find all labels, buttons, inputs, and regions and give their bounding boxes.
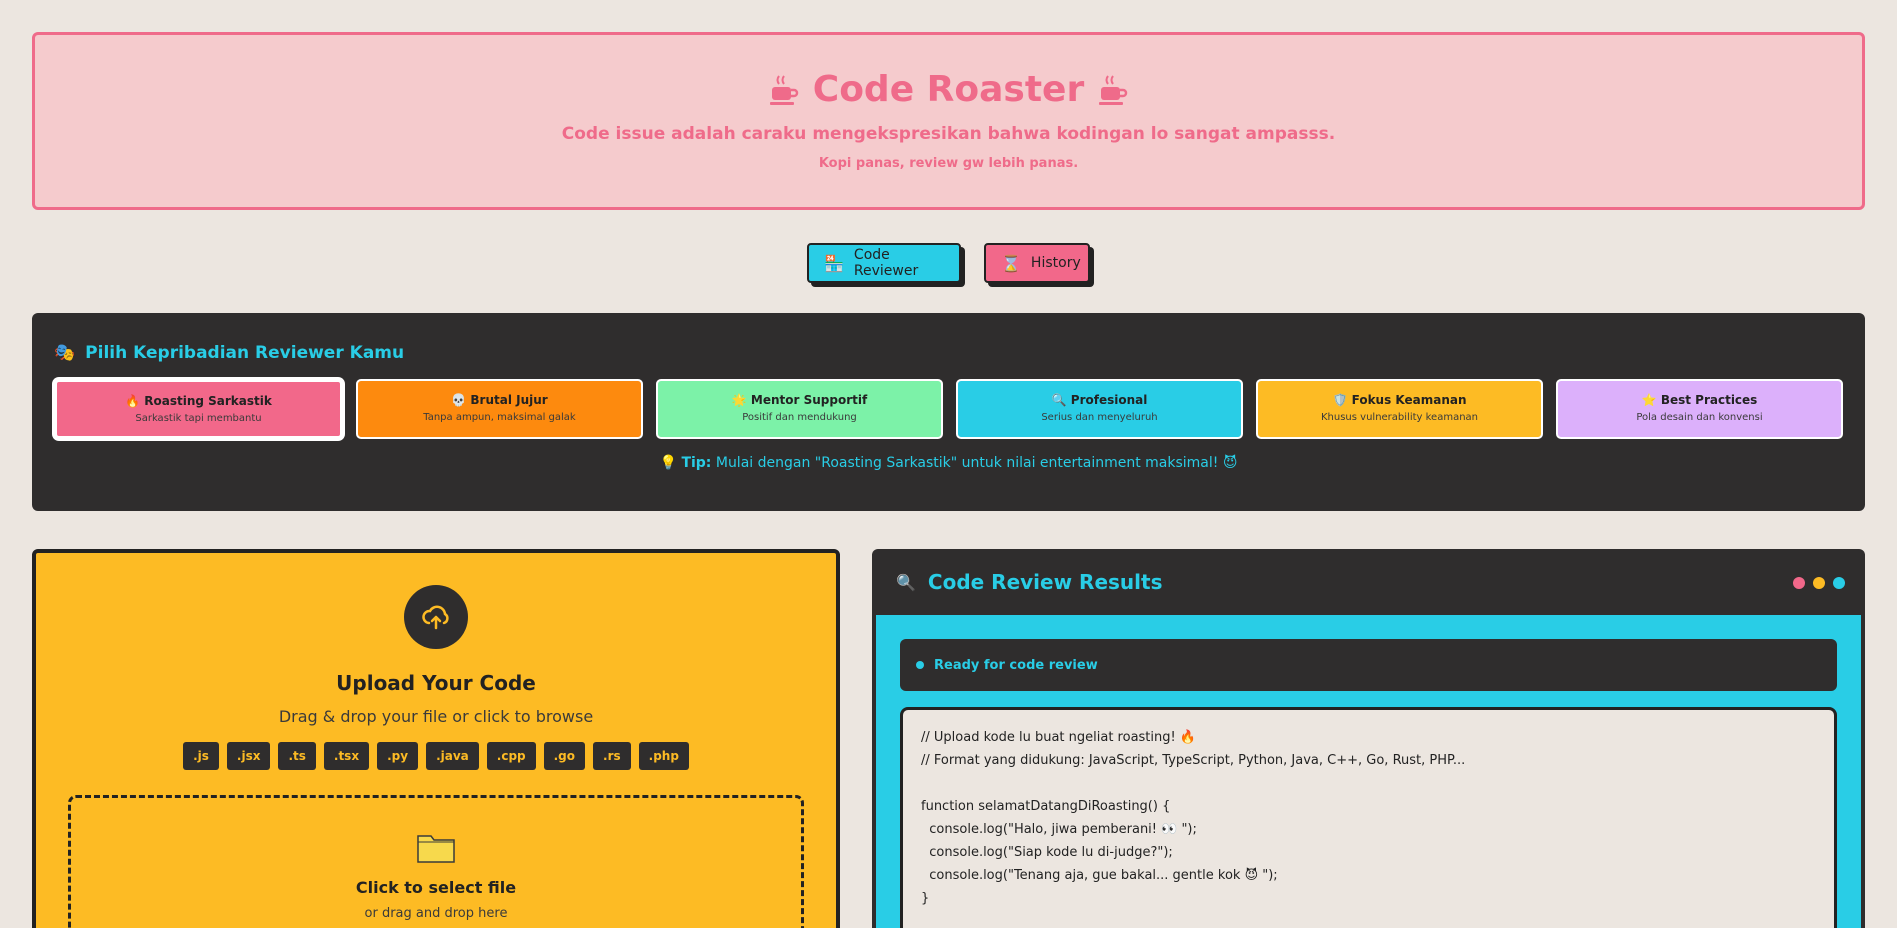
magnifier-icon: 🔍 (896, 572, 916, 592)
page: Code Roaster Code issue adalah caraku me… (32, 32, 1865, 928)
code-line: } (921, 891, 930, 906)
extension-list: .js .jsx .ts .tsx .py .java .cpp .go .rs… (36, 742, 836, 770)
personality-card-profesional[interactable]: 🔍 Profesional Serius dan menyeluruh (956, 379, 1243, 439)
results-panel: 🔍 Code Review Results Ready for code rev… (872, 549, 1865, 928)
star-icon: ⭐ (1641, 393, 1657, 407)
yellow-dot-icon (1813, 577, 1825, 589)
upload-panel: Upload Your Code Drag & drop your file o… (32, 549, 840, 928)
card-title: Roasting Sarkastik (144, 394, 272, 408)
lightbulb-icon: 💡 (659, 455, 677, 471)
upload-title: Upload Your Code (336, 671, 536, 695)
status-dot-icon (916, 661, 924, 669)
code-reviewer-label: Code Reviewer (853, 247, 919, 279)
window-dots (1793, 577, 1845, 589)
card-title: Best Practices (1660, 393, 1758, 407)
personality-cards: 🔥 Roasting Sarkastik Sarkastik tapi memb… (54, 379, 1843, 439)
extension-badge: .jsx (226, 742, 271, 770)
extension-badge: .py (377, 742, 419, 770)
skull-icon: 💀 (451, 393, 467, 407)
personality-card-mentor-supportif[interactable]: 🌟 Mentor Supportif Positif dan mendukung (656, 379, 943, 439)
code-reviewer-button[interactable]: 🏪 Code Reviewer (807, 243, 961, 283)
app-title: Code Roaster (812, 69, 1085, 110)
extension-badge: .ts (278, 742, 316, 770)
hourglass-icon: ⌛ (1001, 253, 1021, 273)
red-dot-icon (1793, 577, 1805, 589)
upload-subtitle: Drag & drop your file or click to browse (278, 707, 594, 726)
tip-text: 💡 Tip: Mulai dengan "Roasting Sarkastik"… (54, 455, 1843, 471)
cloud-upload-icon (404, 585, 468, 649)
main-nav: 🏪 Code Reviewer ⌛ History (32, 243, 1865, 283)
header-subtitle: Code issue adalah caraku mengekspresikan… (561, 124, 1336, 144)
personality-title: Pilih Kepribadian Reviewer Kamu (85, 343, 405, 363)
coffee-icon (1098, 74, 1128, 106)
tip-message: Mulai dengan "Roasting Sarkastik" untuk … (715, 455, 1238, 471)
dropzone-subtitle: or drag and drop here (364, 906, 508, 921)
extension-badge: .tsx (323, 742, 370, 770)
extension-badge: .cpp (486, 742, 536, 770)
code-preview: // Upload kode lu buat ngeliat roasting!… (900, 707, 1837, 928)
main-columns: Upload Your Code Drag & drop your file o… (32, 549, 1865, 928)
extension-badge: .rs (593, 742, 631, 770)
extension-badge: .js (183, 742, 219, 770)
extension-badge: .go (543, 742, 586, 770)
card-desc: Sarkastik tapi membantu (135, 413, 262, 424)
status-bar: Ready for code review (900, 639, 1837, 691)
personality-card-best-practices[interactable]: ⭐ Best Practices Pola desain dan konvens… (1556, 379, 1843, 439)
personality-card-brutal-jujur[interactable]: 💀 Brutal Jujur Tanpa ampun, maksimal gal… (356, 379, 643, 439)
card-title: Fokus Keamanan (1351, 393, 1467, 407)
card-desc: Serius dan menyeluruh (1041, 412, 1158, 423)
glowing-star-icon: 🌟 (731, 393, 747, 407)
card-desc: Positif dan mendukung (742, 412, 857, 423)
history-label: History (1030, 255, 1081, 271)
extension-badge: .php (638, 742, 689, 770)
card-desc: Tanpa ampun, maksimal galak (423, 412, 576, 423)
card-desc: Pola desain dan konvensi (1636, 412, 1763, 423)
card-title: Profesional (1070, 393, 1148, 407)
file-dropzone[interactable]: Click to select file or drag and drop he… (68, 795, 804, 928)
masks-icon: 🎭 (54, 343, 76, 363)
code-line: console.log("Halo, jiwa pemberani! 👀 "); (921, 822, 1197, 837)
code-line: console.log("Siap kode lu di-judge?"); (921, 845, 1173, 860)
magnifier-icon: 🔍 (1051, 393, 1067, 407)
history-button[interactable]: ⌛ History (984, 243, 1090, 283)
code-line: // Upload kode lu buat ngeliat roasting!… (921, 730, 1197, 745)
card-title: Brutal Jujur (470, 393, 548, 407)
status-text: Ready for code review (934, 657, 1098, 673)
card-title: Mentor Supportif (750, 393, 868, 407)
tip-label: Tip: (681, 455, 712, 471)
coffee-icon (769, 74, 799, 106)
code-line: // Format yang didukung: JavaScript, Typ… (921, 753, 1466, 768)
results-title: Code Review Results (927, 570, 1163, 594)
personality-card-roasting-sarkastik[interactable]: 🔥 Roasting Sarkastik Sarkastik tapi memb… (54, 379, 343, 439)
card-desc: Khusus vulnerability keamanan (1320, 412, 1479, 423)
personality-card-fokus-keamanan[interactable]: 🛡️ Fokus Keamanan Khusus vulnerability k… (1256, 379, 1543, 439)
code-line: console.log("Tenang aja, gue bakal... ge… (921, 868, 1278, 883)
header-tagline: Kopi panas, review gw lebih panas. (818, 156, 1079, 171)
dropzone-title: Click to select file (355, 878, 517, 897)
folder-icon (71, 830, 801, 868)
store-icon: 🏪 (824, 253, 844, 273)
cyan-dot-icon (1833, 577, 1845, 589)
fire-icon: 🔥 (125, 394, 141, 408)
extension-badge: .java (426, 742, 479, 770)
shield-icon: 🛡️ (1332, 393, 1348, 407)
code-line: function selamatDatangDiRoasting() { (921, 799, 1171, 814)
personality-panel: 🎭 Pilih Kepribadian Reviewer Kamu 🔥 Roas… (32, 313, 1865, 511)
header-banner: Code Roaster Code issue adalah caraku me… (32, 32, 1865, 210)
